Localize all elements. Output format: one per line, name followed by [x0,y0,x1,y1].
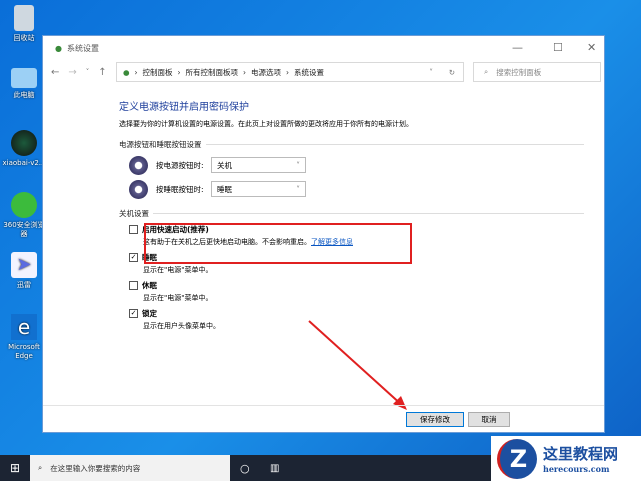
breadcrumb-item[interactable]: 电源选项 [251,67,281,78]
power-button-row: 按电源按钮时: 关机 ˅ [129,155,584,175]
chevron-down-icon[interactable]: ˅ [429,68,433,77]
desktop-icon-this-pc[interactable]: 此电脑 [2,68,46,100]
cortana-icon[interactable]: ○ [240,462,250,475]
back-icon[interactable]: ← [51,67,59,78]
section-title: 关机设置 [119,209,149,218]
search-placeholder: 搜索控制面板 [496,67,542,77]
content: 定义电源按钮并启用密码保护 选择要为你的计算机设置的电源设置。在此页上对设置所做… [119,96,584,331]
highlight-box [144,223,412,264]
select-value: 睡眠 [217,184,232,194]
icon-label: 此电脑 [13,91,35,99]
desktop-icon-recycle-bin[interactable]: 回收站 [2,5,46,43]
watermark-logo-icon: Z [497,438,537,479]
icon-label: Microsoft Edge [8,343,40,360]
icon-label: 360安全浏览器 [3,221,45,238]
power-button-icon [129,155,148,175]
watermark-url: herecours.com [543,464,610,474]
recycle-bin-icon [14,5,34,31]
divider [43,405,604,406]
power-button-select[interactable]: 关机 ˅ [211,157,306,173]
chevron-down-icon: ˅ [296,160,300,170]
maximize-button[interactable]: ☐ [553,41,563,54]
watermark-title: 这里教程网 [543,445,619,463]
search-input[interactable]: ⌕ 搜索控制面板 [473,62,601,82]
control-panel-icon: ● [123,67,130,77]
recent-chevron-icon[interactable]: ˅ [86,68,90,76]
checkbox-box[interactable] [129,281,138,290]
option-description: 显示在"电源"菜单中。 [143,294,213,302]
sleep-button-row: 按睡眠按钮时: 睡眠 ˅ [129,179,584,199]
save-button[interactable]: 保存修改 [406,412,464,427]
up-icon[interactable]: ↑ [98,67,106,78]
minimize-button[interactable]: — [512,41,523,54]
checkbox-label: 休眠 [142,281,157,290]
search-placeholder: 在这里输入你要搜索的内容 [50,463,141,473]
checkbox-box[interactable] [129,225,138,234]
breadcrumb[interactable]: ● › 控制面板 › 所有控制面板项 › 电源选项 › 系统设置 ˅ ↻ [116,62,464,82]
window-title: 系统设置 [66,43,99,53]
xiaobai-icon [11,130,37,156]
section-power-buttons: 电源按钮和睡眠按钮设置 [119,139,584,150]
start-windows-icon[interactable]: ⊞ [10,461,20,475]
computer-icon [11,68,37,88]
desktop-icon-edge[interactable]: e Microsoft Edge [2,314,46,361]
page-subtitle: 选择要为你的计算机设置的电源设置。在此页上对设置所做的更改将应用于你所有的电源计… [119,120,413,128]
red-arrow-annotation [308,320,407,410]
hibernate-checkbox[interactable]: 休眠 [129,280,584,291]
watermark: Z 这里教程网 herecours.com [491,436,641,481]
desktop-icon-360-browser[interactable]: 360安全浏览器 [2,192,46,239]
desktop-icon-xunlei[interactable]: ➤ 迅雷 [2,252,46,290]
task-view-icon[interactable]: ▥ [270,463,279,474]
power-button-label: 按电源按钮时: [156,160,204,170]
xunlei-icon: ➤ [11,252,37,278]
sleep-button-label: 按睡眠按钮时: [156,184,204,194]
desktop-icon-xiaobai[interactable]: xiaobai-v2... [2,130,46,168]
edge-icon: e [11,314,37,340]
taskbar-search-input[interactable]: ⌕ 在这里输入你要搜索的内容 [30,455,230,481]
sleep-button-icon [129,179,148,199]
section-shutdown: 关机设置 [119,208,584,219]
sleep-button-select[interactable]: 睡眠 ˅ [211,181,306,197]
icon-label: 迅雷 [17,281,31,289]
chevron-down-icon: ˅ [296,184,300,194]
close-button[interactable]: ✕ [587,41,596,54]
select-value: 关机 [217,160,232,170]
section-title: 电源按钮和睡眠按钮设置 [119,140,202,149]
icon-label: 回收站 [13,34,35,42]
search-icon: ⌕ [484,67,489,76]
breadcrumb-item[interactable]: 所有控制面板项 [186,67,239,78]
control-panel-icon: ● [55,43,62,53]
title-bar: ● 系统设置 — ☐ ✕ [43,36,604,60]
breadcrumb-item[interactable]: 系统设置 [294,67,324,78]
page-title: 定义电源按钮并启用密码保护 [119,102,249,113]
cancel-button[interactable]: 取消 [468,412,510,427]
forward-icon[interactable]: → [68,67,76,78]
search-icon: ⌕ [38,463,43,472]
refresh-icon[interactable]: ↻ [449,68,455,77]
checkbox-box[interactable]: ✓ [129,309,138,318]
checkbox-box[interactable]: ✓ [129,253,138,262]
breadcrumb-item[interactable]: 控制面板 [143,67,173,78]
browser-360-icon [11,192,37,218]
icon-label: xiaobai-v2... [2,159,46,167]
address-bar: ← → ˅ ↑ ● › 控制面板 › 所有控制面板项 › 电源选项 › 系统设置 ˅ ↻… [51,61,601,83]
option-description: 显示在"电源"菜单中。 [143,266,213,274]
system-settings-window: ● 系统设置 — ☐ ✕ ← → ˅ ↑ ● › 控制面板 › 所有控制面板项 › 电… [42,35,605,433]
checkbox-label: 锁定 [142,309,157,318]
